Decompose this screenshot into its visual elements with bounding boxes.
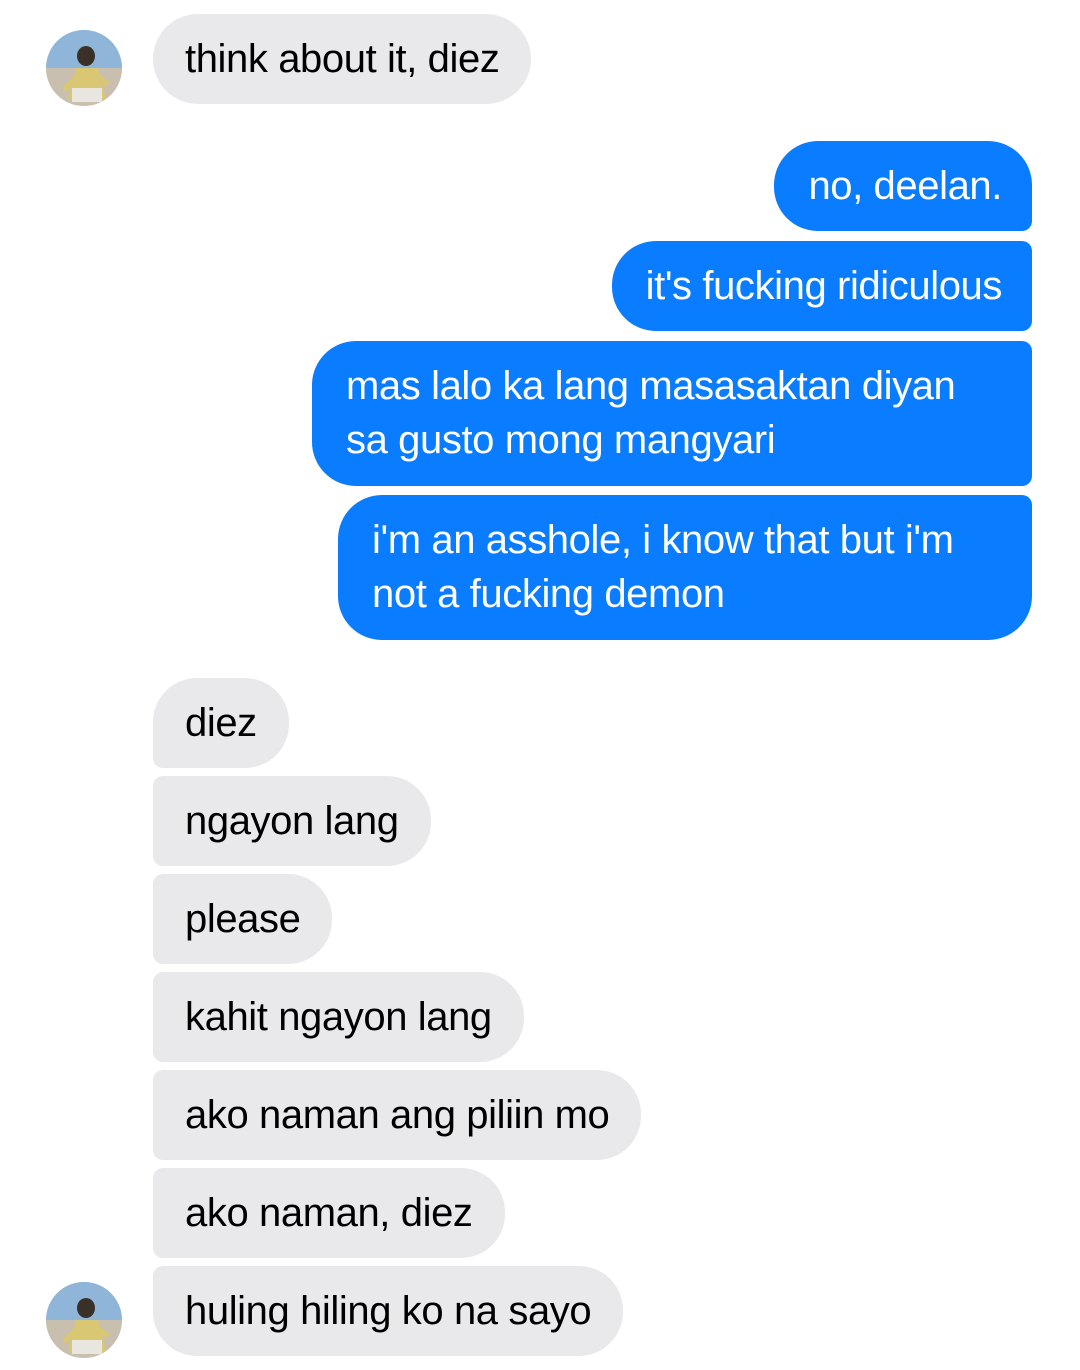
contact-avatar[interactable] [46,1282,122,1358]
message-bubble-outgoing[interactable]: no, deelan. [774,141,1032,231]
message-bubble-incoming[interactable]: think about it, diez [153,14,532,104]
message-bubble-incoming[interactable]: ngayon lang [153,776,431,866]
contact-avatar[interactable] [46,30,122,106]
avatar-photo-icon [46,30,122,106]
message-bubble-incoming[interactable]: huling hiling ko na sayo [153,1266,624,1356]
message-bubble-outgoing[interactable]: it's fucking ridiculous [611,241,1032,331]
message-bubble-incoming[interactable]: kahit ngayon lang [153,972,524,1062]
chat-thread: think about it, diez no, deelan. it's fu… [0,0,1080,1370]
message-bubble-incoming[interactable]: ako naman, diez [153,1168,505,1258]
message-bubble-incoming[interactable]: diez [153,678,289,768]
message-bubble-incoming[interactable]: ako naman ang piliin mo [153,1070,642,1160]
message-bubble-outgoing[interactable]: mas lalo ka lang masasaktan diyan sa gus… [312,341,1032,486]
message-bubble-outgoing[interactable]: i'm an asshole, i know that but i'm not … [338,495,1032,640]
message-bubble-incoming[interactable]: please [153,874,333,964]
avatar-photo-icon [46,1282,122,1358]
